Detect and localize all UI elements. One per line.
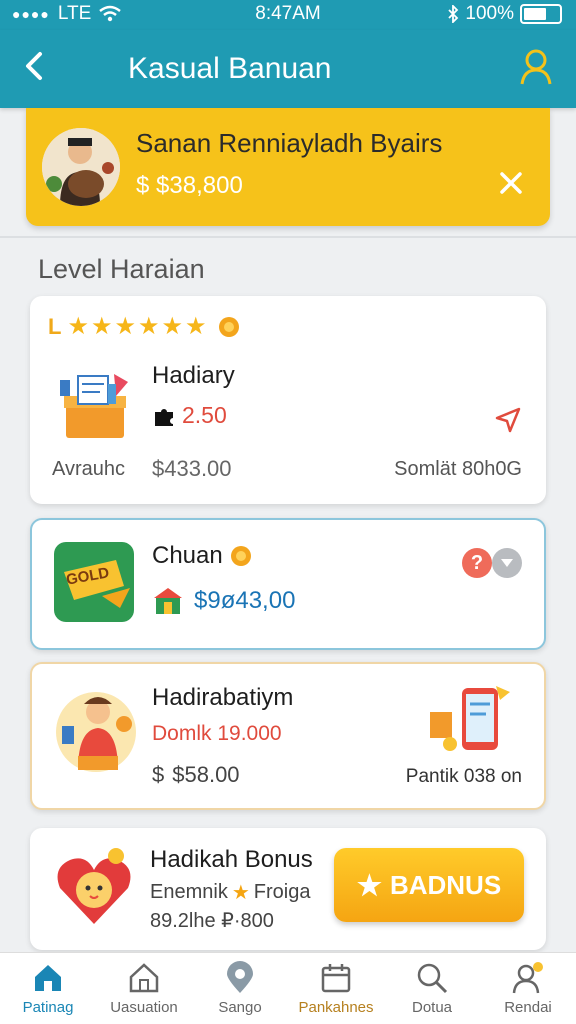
star-rating: L ★ ★ ★ ★ ★ ★: [48, 314, 241, 340]
bottom-nav: Patinag Uasuation Sango Pankahnes Dotua …: [0, 952, 576, 1024]
level-card-bonus[interactable]: Hadikah Bonus Enemnik ★ Froiga 89.2lhe ₽…: [30, 828, 546, 950]
home-icon: [35, 965, 61, 991]
nav-label: Patinag: [22, 999, 74, 1016]
close-icon[interactable]: [496, 168, 526, 198]
card-line1-text: Enemnik: [150, 881, 228, 903]
card-amount: $9ø43,00: [194, 587, 296, 614]
level-card-hadirabatiym[interactable]: Hadirabatiym Domlk 19.000 $ $58.00 Panti…: [30, 662, 546, 810]
house-icon: [129, 963, 159, 993]
puzzle-icon: [155, 408, 173, 426]
profile-icon: [512, 962, 543, 994]
chef-illustration-icon: [42, 128, 120, 206]
rating-row: 2.50: [152, 402, 227, 429]
nav-item-dotua[interactable]: Dotua: [384, 953, 480, 1024]
star-icon: ★: [67, 313, 89, 340]
medal-icon: [230, 546, 251, 566]
rating-value: 2.50: [182, 402, 227, 428]
search-icon: [417, 963, 448, 994]
dollar-icon: $: [152, 762, 165, 787]
banner-avatar: [42, 128, 120, 206]
bonus-button-label: BADNUS: [389, 869, 502, 900]
location-icon: [227, 961, 253, 993]
nav-label: Dotua: [411, 999, 453, 1016]
card-line2: 89.2lhe ₽·800: [150, 910, 274, 932]
banner-amount-value: $38,800: [156, 172, 243, 199]
star-icon: ★: [356, 869, 382, 901]
bonus-button[interactable]: ★ BADNUS: [334, 848, 524, 922]
bluetooth-icon: [448, 5, 459, 23]
battery-label: 100%: [465, 3, 514, 24]
nav-item-pankahnes[interactable]: Pankahnes: [288, 953, 384, 1024]
card-left-label: Avrauhc: [52, 458, 126, 480]
nav-label: Pankahnes: [298, 999, 374, 1016]
nav-item-uasuation[interactable]: Uasuation: [96, 953, 192, 1024]
boy-illustration-icon: [56, 692, 136, 772]
app-header: Kasual Banuan: [0, 30, 576, 108]
star-icon: ★: [138, 313, 160, 340]
level-card-chuan[interactable]: GOLD Chuan $9ø43,00 ?: [30, 518, 546, 650]
nav-item-sango[interactable]: Sango: [192, 953, 288, 1024]
nav-item-patinag[interactable]: Patinag: [0, 953, 96, 1024]
card-right-label: Somlät 80h0G: [394, 458, 522, 480]
send-icon[interactable]: [494, 406, 522, 434]
banner-title: Sanan Renniayladh Byairs: [136, 128, 443, 158]
nav-item-rendai[interactable]: Rendai: [480, 953, 576, 1024]
level-card-hadiary[interactable]: L ★ ★ ★ ★ ★ ★ Hadiary 2.50 Avrauhc $433.…: [30, 296, 546, 504]
level-mark: L: [48, 314, 62, 339]
user-icon[interactable]: [518, 46, 554, 86]
card-price: $ $58.00: [152, 762, 240, 788]
card-title: Hadiary: [152, 362, 235, 389]
nav-label: Rendai: [504, 999, 552, 1016]
card-line1b-text: Froiga: [253, 881, 311, 903]
card-subtitle: Domlk 19.000: [152, 722, 282, 745]
status-bar: ●●●● LTE 8:47AM 100%: [0, 0, 576, 30]
medal-icon: [218, 317, 239, 337]
divider: [0, 236, 576, 238]
card-line1: Enemnik ★ Froiga: [150, 880, 310, 905]
banner-amount: $ $38,800: [136, 172, 243, 200]
back-icon[interactable]: [16, 46, 56, 86]
star-icon: ★: [90, 313, 113, 340]
dropdown-icon[interactable]: [492, 548, 522, 578]
card-price-value: $58.00: [172, 762, 240, 787]
card-title-row: Chuan: [152, 542, 253, 570]
star-icon: ★: [161, 313, 184, 340]
card-title: Chuan: [152, 542, 223, 569]
gold-badge-icon: GOLD: [54, 542, 134, 622]
card-title: Hadirabatiym: [152, 684, 294, 711]
card-right-label: Pantik 038 on: [405, 766, 522, 787]
calendar-icon: [321, 964, 351, 993]
shop-icon: [154, 588, 182, 614]
page-title: Kasual Banuan: [128, 52, 332, 85]
phone-illustration-icon: [430, 686, 510, 751]
card-left-value: $433.00: [152, 456, 232, 481]
nav-label: Sango: [218, 999, 262, 1016]
banner-currency-icon: $: [136, 172, 150, 199]
nav-label: Uasuation: [110, 999, 178, 1016]
status-right: 100%: [447, 3, 562, 25]
star-icon: ★: [185, 313, 207, 340]
battery-icon: [520, 4, 562, 24]
star-icon: ★: [231, 882, 250, 904]
section-title: Level Haraian: [38, 254, 205, 284]
star-icon: ★: [114, 313, 136, 340]
amount-row: $9ø43,00: [152, 586, 295, 616]
help-icon[interactable]: ?: [462, 548, 492, 578]
promo-banner[interactable]: Sanan Renniayladh Byairs $ $38,800: [26, 108, 550, 226]
heart-badge-icon: [57, 848, 131, 924]
gift-box-icon: [60, 374, 128, 438]
card-title: Hadikah Bonus: [150, 846, 313, 873]
